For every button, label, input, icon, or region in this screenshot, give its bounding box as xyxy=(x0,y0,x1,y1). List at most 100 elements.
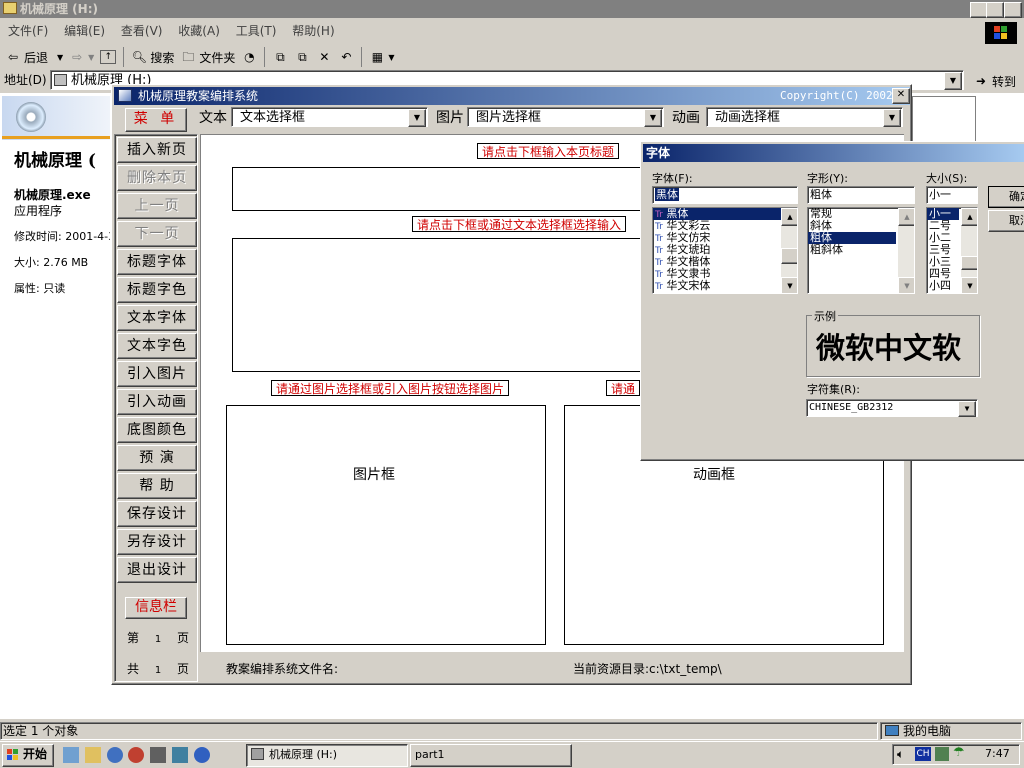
font-style-input[interactable]: 粗体 xyxy=(807,186,915,204)
move-to-button[interactable]: ⧉ xyxy=(269,46,291,68)
windows-logo-icon xyxy=(7,749,19,760)
text-input-frame[interactable] xyxy=(232,238,652,372)
exit-design-button[interactable]: 退出设计 xyxy=(117,557,197,583)
animation-select[interactable]: 动画选择框 ▼ xyxy=(706,107,903,127)
font-size-input[interactable]: 小一 xyxy=(926,186,978,204)
menu-tools[interactable]: 工具(T) xyxy=(230,21,283,41)
delete-button[interactable]: ✕ xyxy=(313,46,335,68)
sample-label: 示例 xyxy=(812,308,838,324)
size-list-scrollbar[interactable]: ▲ ▼ xyxy=(961,208,977,293)
save-as-design-button[interactable]: 另存设计 xyxy=(117,529,197,555)
move-to-icon: ⧉ xyxy=(276,50,285,64)
outlook-icon[interactable] xyxy=(84,747,101,763)
font-size-list[interactable]: 小一 二号 小二 三号 小三 四号 小四 ▲ ▼ xyxy=(926,207,978,294)
scroll-down-icon[interactable]: ▼ xyxy=(961,277,977,293)
menu-edit[interactable]: 编辑(E) xyxy=(58,21,111,41)
style-list-scrollbar[interactable]: ▲ ▼ xyxy=(898,208,914,293)
edit-quick-icon[interactable] xyxy=(172,747,189,763)
save-design-button[interactable]: 保存设计 xyxy=(117,501,197,527)
back-button[interactable]: ⇦ 后退 ▼ xyxy=(2,46,66,68)
task-explorer[interactable]: 机械原理 (H:) xyxy=(246,744,408,767)
font-style-list[interactable]: 常规 斜体 粗体 粗斜体 ▲ ▼ xyxy=(807,207,915,294)
delete-page-button[interactable]: 删除本页 xyxy=(117,165,197,191)
preview-button[interactable]: 预 演 xyxy=(117,445,197,471)
font-list-scrollbar[interactable]: ▲ ▼ xyxy=(781,208,797,293)
close-button[interactable]: ✕ xyxy=(1004,2,1022,18)
forward-button[interactable]: ⇨ ▼ xyxy=(66,46,97,68)
explorer-titlebar: 机械原理 (H:) _ ❐ ✕ xyxy=(0,0,1024,18)
menu-help[interactable]: 帮助(H) xyxy=(286,21,340,41)
title-input-frame[interactable] xyxy=(232,167,652,211)
chevron-down-icon[interactable]: ▼ xyxy=(883,109,901,127)
chevron-down-icon[interactable]: ▼ xyxy=(944,72,962,90)
umbrella-icon[interactable]: ☂ xyxy=(953,745,965,760)
picture-select[interactable]: 图片选择框 ▼ xyxy=(467,107,664,127)
go-button[interactable]: ➜ 转到 xyxy=(970,70,1019,92)
picture-frame[interactable]: 图片框 xyxy=(226,405,546,645)
media-icon[interactable] xyxy=(128,747,145,763)
up-folder-button[interactable]: ↑ xyxy=(97,46,119,68)
font-name-input[interactable]: 黑体 xyxy=(652,186,798,204)
menu-favorites[interactable]: 收藏(A) xyxy=(172,21,226,41)
chevron-down-icon[interactable]: ▼ xyxy=(408,109,426,127)
text-label: 文本 xyxy=(199,110,227,126)
speaker-icon[interactable]: 🔈︎ xyxy=(897,747,904,762)
import-animation-button[interactable]: 引入动画 xyxy=(117,389,197,415)
folders-button[interactable]: 🗀︎ 文件夹 xyxy=(177,46,238,68)
explorer-menubar: 文件(F) 编辑(E) 查看(V) 收藏(A) 工具(T) 帮助(H) xyxy=(2,21,962,41)
import-picture-button[interactable]: 引入图片 xyxy=(117,361,197,387)
start-button[interactable]: 开始 xyxy=(2,744,54,767)
search-button[interactable]: 🔍︎ 搜索 xyxy=(128,46,177,68)
app-close-button[interactable]: ✕ xyxy=(892,88,910,104)
app-quick-icon[interactable] xyxy=(150,747,167,763)
scroll-up-icon[interactable]: ▲ xyxy=(961,208,977,226)
scroll-thumb[interactable] xyxy=(961,256,977,270)
font-name-list[interactable]: Tr 黑体 Tr 华文彩云 Tr 华文仿宋 Tr 华文琥珀 Tr 华文楷体 Tr… xyxy=(652,207,798,294)
copy-to-button[interactable]: ⧉ xyxy=(291,46,313,68)
prev-page-button[interactable]: 上一页 xyxy=(117,193,197,219)
info-bar-label: 信息栏 xyxy=(125,597,187,619)
restore-button[interactable]: ❐ xyxy=(986,2,1004,18)
scroll-thumb[interactable] xyxy=(781,248,797,264)
menu-file[interactable]: 文件(F) xyxy=(2,21,54,41)
task-part1[interactable]: part1 xyxy=(410,744,572,767)
menu-view[interactable]: 查看(V) xyxy=(115,21,169,41)
views-button[interactable]: ▦ ▼ xyxy=(366,46,397,68)
ok-button[interactable]: 确定 xyxy=(988,186,1024,208)
charset-select[interactable]: CHINESE_GB2312 ▼ xyxy=(806,399,978,417)
scroll-up-icon[interactable]: ▲ xyxy=(898,208,914,226)
scroll-up-icon[interactable]: ▲ xyxy=(781,208,797,226)
ie-icon[interactable] xyxy=(106,747,123,763)
network-icon[interactable] xyxy=(935,747,949,761)
chevron-down-icon[interactable]: ▼ xyxy=(958,401,976,417)
undo-button[interactable]: ↶ xyxy=(335,46,357,68)
text-color-button[interactable]: 文本字色 xyxy=(117,333,197,359)
text-font-button[interactable]: 文本字体 xyxy=(117,305,197,331)
list-item[interactable]: Tr 华文宋体 xyxy=(653,280,797,293)
ime-indicator[interactable]: CH xyxy=(915,747,931,761)
insert-page-button[interactable]: 插入新页 xyxy=(117,137,197,163)
cancel-button[interactable]: 取消 xyxy=(988,210,1024,232)
search-icon: 🔍︎ xyxy=(131,50,147,64)
browser-quick-icon[interactable] xyxy=(193,747,210,763)
computer-icon xyxy=(885,725,899,736)
title-color-button[interactable]: 标题字色 xyxy=(117,277,197,303)
scroll-down-icon[interactable]: ▼ xyxy=(781,277,797,293)
menu-button[interactable]: 菜 单 xyxy=(125,108,187,132)
folder-banner-image xyxy=(2,96,110,140)
background-color-button[interactable]: 底图颜色 xyxy=(117,417,197,443)
history-button[interactable]: ◔ xyxy=(238,46,260,68)
file-size: 大小: 2.76 MB xyxy=(14,256,89,269)
folders-icon: 🗀︎ xyxy=(182,50,195,64)
scroll-down-icon[interactable]: ▼ xyxy=(898,277,914,293)
title-font-button[interactable]: 标题字体 xyxy=(117,249,197,275)
help-button[interactable]: 帮 助 xyxy=(117,473,197,499)
forward-arrow-icon: ⇨ xyxy=(72,50,83,64)
show-desktop-icon[interactable] xyxy=(63,747,79,763)
picture-label: 图片 xyxy=(436,110,464,126)
chevron-down-icon[interactable]: ▼ xyxy=(644,109,662,127)
text-select[interactable]: 文本选择框 ▼ xyxy=(231,107,428,127)
folder-title: 机械原理 ( xyxy=(14,151,96,171)
drive-icon xyxy=(251,748,264,760)
next-page-button[interactable]: 下一页 xyxy=(117,221,197,247)
